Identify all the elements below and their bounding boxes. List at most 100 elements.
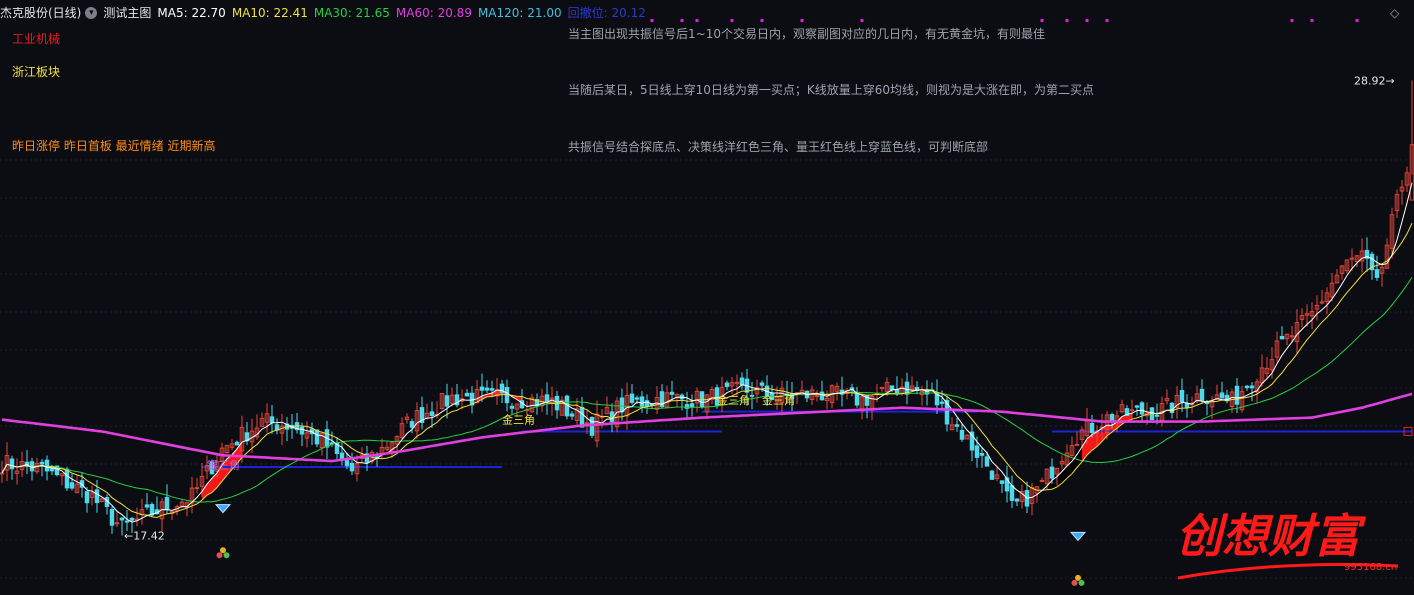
candle bbox=[1364, 237, 1370, 272]
candle bbox=[1354, 255, 1360, 268]
candle bbox=[139, 498, 145, 525]
candle-body bbox=[124, 520, 130, 523]
candle bbox=[1379, 265, 1385, 287]
candle-body bbox=[1234, 385, 1240, 405]
candle-body bbox=[959, 429, 965, 440]
candle bbox=[174, 504, 180, 516]
signal-mark bbox=[680, 19, 684, 22]
gold-triangle-label: 金三角 bbox=[717, 393, 750, 407]
candle bbox=[1294, 309, 1300, 355]
retrace-value: 回撤位: 20.12 bbox=[567, 6, 646, 20]
candle bbox=[324, 420, 330, 459]
candle-body bbox=[109, 508, 115, 526]
candle bbox=[1399, 180, 1405, 205]
candle bbox=[74, 475, 80, 494]
candle-body bbox=[444, 395, 450, 407]
high-price-label: 28.92→ bbox=[1354, 75, 1395, 88]
indicator-title[interactable]: 测试主图 bbox=[103, 4, 151, 22]
collapse-icon[interactable]: ◇ bbox=[1390, 6, 1399, 20]
candle bbox=[269, 404, 275, 434]
silver-triangle-label: 银三角 bbox=[207, 458, 240, 472]
candle bbox=[429, 401, 435, 428]
candle bbox=[1324, 287, 1330, 315]
candle bbox=[1074, 431, 1080, 446]
candle bbox=[1069, 436, 1075, 457]
candle-body bbox=[349, 462, 355, 472]
candle bbox=[709, 386, 715, 405]
candle bbox=[404, 413, 410, 424]
candle bbox=[39, 459, 45, 477]
candle bbox=[529, 393, 535, 413]
candle-body bbox=[1184, 403, 1190, 408]
signal-dot bbox=[1078, 579, 1085, 586]
candle bbox=[259, 412, 265, 427]
candle-body bbox=[889, 385, 895, 391]
candle-body bbox=[39, 461, 45, 465]
candle-body bbox=[634, 397, 640, 400]
candle bbox=[1264, 356, 1270, 380]
candle bbox=[544, 382, 550, 415]
candle-body bbox=[489, 388, 495, 391]
candle bbox=[1339, 265, 1345, 280]
candle-body bbox=[409, 421, 415, 428]
candle bbox=[414, 402, 420, 439]
candle bbox=[1404, 166, 1410, 193]
candle-body bbox=[819, 391, 825, 401]
candle bbox=[1174, 386, 1180, 419]
candle-body bbox=[669, 391, 675, 395]
candle-body bbox=[339, 452, 345, 459]
candle bbox=[254, 414, 260, 440]
candle bbox=[689, 394, 695, 417]
candle bbox=[1059, 455, 1065, 469]
candle bbox=[904, 372, 910, 405]
candle bbox=[1164, 389, 1170, 405]
candle bbox=[1299, 308, 1305, 328]
candle bbox=[1214, 384, 1220, 400]
candle bbox=[419, 396, 425, 430]
candle-body bbox=[129, 517, 135, 521]
candle bbox=[69, 472, 75, 491]
signal-mark bbox=[1355, 19, 1359, 22]
candle bbox=[84, 487, 90, 513]
gold-triangle-label: 金三角 bbox=[502, 413, 535, 427]
candle bbox=[1409, 80, 1414, 201]
candle-body bbox=[94, 489, 100, 504]
candle bbox=[969, 424, 975, 462]
candle-body bbox=[939, 401, 945, 404]
candle-body bbox=[509, 405, 515, 409]
candle bbox=[234, 440, 240, 446]
candle bbox=[954, 417, 960, 432]
candle-body bbox=[639, 396, 645, 407]
candle bbox=[949, 417, 955, 431]
candle bbox=[614, 397, 620, 433]
candle-body bbox=[619, 397, 625, 413]
signal-mark bbox=[695, 19, 699, 22]
candle bbox=[354, 455, 360, 482]
candle bbox=[224, 444, 230, 454]
candle bbox=[1359, 238, 1365, 273]
candle bbox=[314, 429, 320, 448]
candle bbox=[294, 413, 300, 434]
candle bbox=[89, 485, 95, 506]
candle bbox=[1149, 407, 1155, 422]
candle-body bbox=[314, 429, 320, 445]
candle bbox=[274, 418, 280, 435]
candle bbox=[24, 450, 30, 474]
candle bbox=[979, 448, 985, 468]
candle bbox=[1239, 385, 1245, 413]
candle bbox=[654, 385, 660, 414]
signal-mark bbox=[800, 19, 804, 22]
candle bbox=[539, 388, 545, 412]
chevron-down-icon[interactable]: ▾ bbox=[85, 7, 98, 19]
signal-mark bbox=[1065, 19, 1069, 22]
signal-dot bbox=[1071, 579, 1078, 586]
stock-title[interactable]: 杰克股份(日线) bbox=[0, 4, 81, 22]
candle bbox=[14, 458, 20, 485]
industry-label: 工业机械 bbox=[12, 32, 61, 46]
candle-body bbox=[759, 382, 765, 386]
candle bbox=[559, 396, 565, 416]
candle bbox=[554, 390, 560, 419]
candle bbox=[1274, 331, 1280, 362]
signal-mark bbox=[1040, 19, 1044, 22]
candle bbox=[104, 494, 110, 515]
